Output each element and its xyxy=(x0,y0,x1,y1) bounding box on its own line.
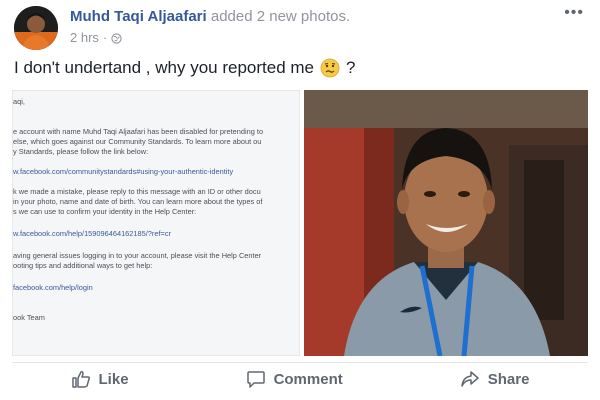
share-label: Share xyxy=(487,370,530,388)
comment-icon xyxy=(246,369,266,389)
share-button[interactable]: Share xyxy=(448,365,542,393)
doc-link: facebook.com/help/login xyxy=(13,283,93,292)
meta-separator: · xyxy=(102,30,108,45)
author-line: Muhd Taqi Aljaafari added 2 new photos. xyxy=(70,8,350,25)
portrait-image xyxy=(304,90,588,356)
thumbs-up-icon xyxy=(71,369,91,389)
post-meta: 2 hrs · xyxy=(70,30,122,45)
confused-face-icon xyxy=(320,58,340,78)
doc-line: aving general issues logging in to your … xyxy=(13,251,262,260)
doc-link: w.facebook.com/communitystandards#using-… xyxy=(13,167,234,176)
like-label: Like xyxy=(98,370,129,388)
post-timestamp[interactable]: 2 hrs xyxy=(70,30,99,45)
post-action-text: added 2 new photos. xyxy=(210,8,351,25)
share-icon xyxy=(460,369,480,389)
doc-line: ooting tips and additional ways to get h… xyxy=(13,261,153,270)
doc-line: aqi, xyxy=(13,97,25,106)
post-action-bar: Like Comment Share xyxy=(12,362,588,395)
post-text: I don't undertand , why you reported me … xyxy=(14,58,355,78)
doc-line: ook Team xyxy=(13,313,45,322)
doc-line: k we made a mistake, please reply to thi… xyxy=(13,187,261,196)
avatar[interactable] xyxy=(14,6,58,50)
photo-document[interactable]: aqi, e account with name Muhd Taqi Aljaa… xyxy=(12,90,300,356)
more-options-icon[interactable]: ••• xyxy=(564,5,584,21)
post-text-body: I don't undertand , why you reported me xyxy=(14,58,314,77)
like-button[interactable]: Like xyxy=(59,365,141,393)
doc-line: e account with name Muhd Taqi Aljaafari … xyxy=(13,127,264,136)
photo-portrait[interactable] xyxy=(304,90,588,356)
doc-line: y Standards, please follow the link belo… xyxy=(13,147,149,156)
doc-line: else, which goes against our Community S… xyxy=(13,137,262,146)
doc-link: w.facebook.com/help/159096464162185/?ref… xyxy=(13,229,171,238)
doc-line: in your photo, name and date of birth. Y… xyxy=(13,197,263,206)
globe-icon[interactable] xyxy=(111,32,122,44)
doc-line: s we can use to confirm your identity in… xyxy=(13,207,197,216)
post-header: Muhd Taqi Aljaafari added 2 new photos. … xyxy=(12,4,588,50)
post-text-suffix: ? xyxy=(345,58,356,77)
author-name[interactable]: Muhd Taqi Aljaafari xyxy=(70,8,207,25)
comment-button[interactable]: Comment xyxy=(234,365,355,393)
comment-label: Comment xyxy=(273,370,343,388)
